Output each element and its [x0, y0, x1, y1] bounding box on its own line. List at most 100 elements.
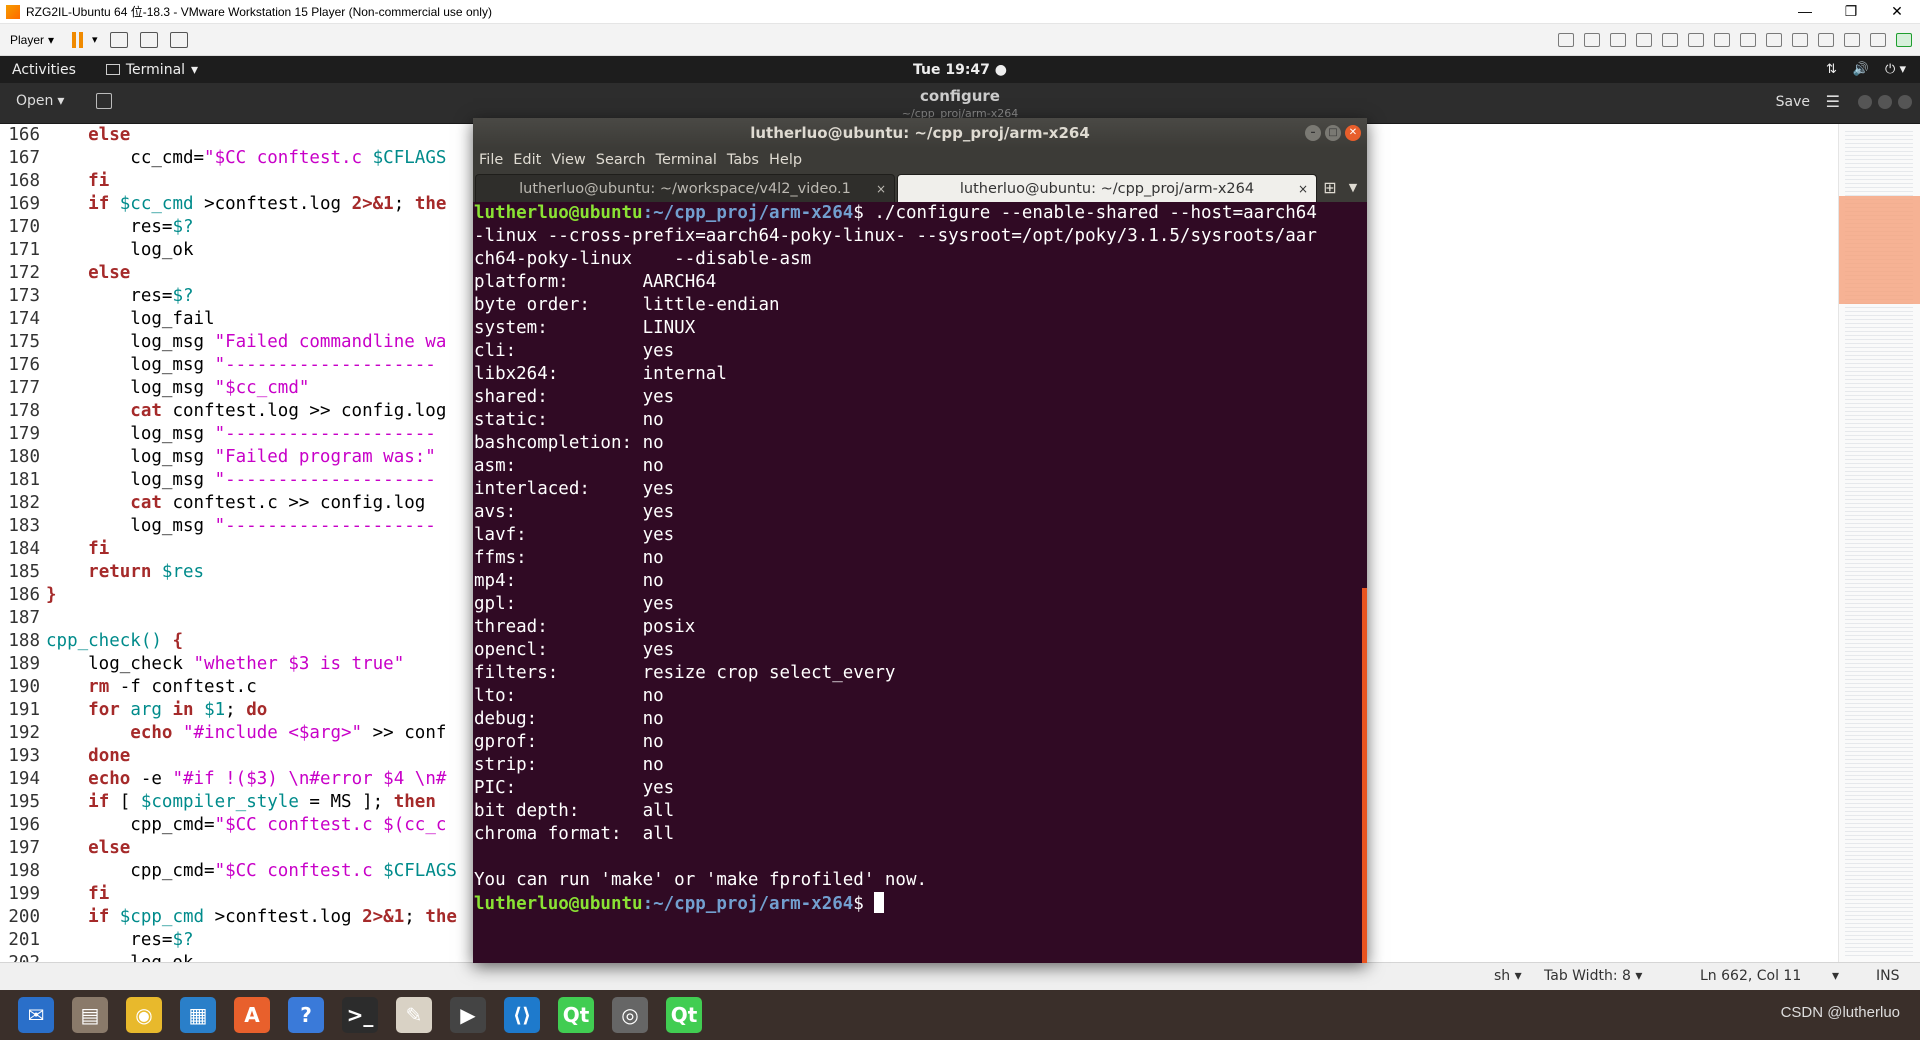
terminal-titlebar[interactable]: lutherluo@ubuntu: ~/cpp_proj/arm-x264 – … — [473, 118, 1367, 148]
code-line[interactable]: 201 res=$? — [0, 929, 480, 952]
close-button[interactable] — [1898, 95, 1912, 109]
floppy-icon[interactable] — [1636, 32, 1652, 47]
code-line[interactable]: 191 for arg in $1; do — [0, 699, 480, 722]
tab-width-selector[interactable]: Tab Width: 8 ▾ — [1544, 968, 1642, 984]
code-view[interactable]: 166 else 167 cc_cmd="$CC conftest.c $CFLA… — [0, 124, 480, 962]
code-line[interactable]: 166 else — [0, 124, 480, 147]
minimize-button[interactable]: — — [1782, 0, 1828, 24]
code-line[interactable]: 197 else — [0, 837, 480, 860]
terminal-tab[interactable]: lutherluo@ubuntu: ~/cpp_proj/arm-x264 × — [897, 174, 1317, 202]
fullscreen-icon[interactable] — [139, 31, 158, 48]
code-line[interactable]: 193 done — [0, 745, 480, 768]
code-line[interactable]: 173 res=$? — [0, 285, 480, 308]
minimize-button[interactable]: – — [1305, 125, 1321, 141]
minimap-viewport[interactable] — [1839, 196, 1920, 304]
code-line[interactable]: 194 echo -e "#if !($3) \n#error $4 \n# — [0, 768, 480, 791]
new-tab-icon[interactable]: ⊞ — [1317, 174, 1343, 202]
code-line[interactable]: 171 log_ok — [0, 239, 480, 262]
rhythmbox-icon[interactable]: ◉ — [126, 997, 162, 1033]
usb-icon[interactable] — [1714, 32, 1730, 47]
video-editor-icon[interactable]: ▶ — [450, 997, 486, 1033]
thunderbird-icon[interactable]: ✉ — [18, 997, 54, 1033]
code-line[interactable]: 172 else — [0, 262, 480, 285]
hamburger-menu-icon[interactable]: ☰ — [1826, 92, 1840, 111]
menu-item-tabs[interactable]: Tabs — [727, 152, 759, 168]
display-icon[interactable] — [1792, 32, 1808, 47]
chevron-down-icon[interactable]: ▾ — [92, 33, 98, 46]
close-button[interactable]: ✕ — [1874, 0, 1920, 24]
code-line[interactable]: 176 log_msg "-------------------- — [0, 354, 480, 377]
code-line[interactable]: 179 log_msg "-------------------- — [0, 423, 480, 446]
code-line[interactable]: 202 log_ok — [0, 952, 480, 962]
player-menu[interactable]: Player ▾ — [10, 33, 54, 47]
language-selector[interactable]: sh ▾ — [1494, 968, 1522, 984]
network-icon[interactable] — [1688, 32, 1704, 47]
save-button[interactable]: Save — [1776, 94, 1810, 110]
code-line[interactable]: 187 — [0, 607, 480, 630]
qt-designer-icon[interactable]: Qt — [558, 997, 594, 1033]
writer-icon[interactable]: ▦ — [180, 997, 216, 1033]
code-line[interactable]: 180 log_msg "Failed program was:" — [0, 446, 480, 469]
code-line[interactable]: 190 rm -f conftest.c — [0, 676, 480, 699]
system-tray[interactable]: ⇅ 🔊 ⏻ ▾ — [1826, 62, 1906, 77]
close-button[interactable]: ✕ — [1345, 125, 1361, 141]
code-line[interactable]: 192 echo "#include <$arg>" >> conf — [0, 722, 480, 745]
code-line[interactable]: 168 fi — [0, 170, 480, 193]
text-editor-icon[interactable]: ✎ — [396, 997, 432, 1033]
code-line[interactable]: 177 log_msg "$cc_cmd" — [0, 377, 480, 400]
code-line[interactable]: 196 cpp_cmd="$CC conftest.c $(cc_c — [0, 814, 480, 837]
bluetooth-icon[interactable] — [1844, 32, 1860, 47]
save-icon[interactable] — [1662, 32, 1678, 47]
hdd-icon[interactable] — [1584, 32, 1600, 47]
sound-icon[interactable] — [1766, 32, 1782, 47]
software-icon[interactable]: A — [234, 997, 270, 1033]
qt-creator-icon[interactable]: Qt — [666, 997, 702, 1033]
vscode-icon[interactable]: ⟨⟩ — [504, 997, 540, 1033]
code-line[interactable]: 183 log_msg "-------------------- — [0, 515, 480, 538]
camera-icon[interactable]: ◎ — [612, 997, 648, 1033]
code-line[interactable]: 175 log_msg "Failed commandline wa — [0, 331, 480, 354]
menu-item-search[interactable]: Search — [596, 152, 646, 168]
help-icon[interactable]: ? — [288, 997, 324, 1033]
clock[interactable]: Tue 19:47 ● — [0, 62, 1920, 78]
code-line[interactable]: 184 fi — [0, 538, 480, 561]
code-line[interactable]: 186} — [0, 584, 480, 607]
maximize-button[interactable]: ❐ — [1828, 0, 1874, 24]
maximize-button[interactable] — [1878, 95, 1892, 109]
cursor-position[interactable]: Ln 662, Col 11 — [1700, 968, 1801, 984]
send-ctrl-alt-del-icon[interactable] — [109, 31, 128, 48]
code-line[interactable]: 178 cat conftest.log >> config.log — [0, 400, 480, 423]
message-log-icon[interactable] — [1896, 32, 1912, 47]
cd-icon[interactable] — [1610, 32, 1626, 47]
code-line[interactable]: 181 log_msg "-------------------- — [0, 469, 480, 492]
printer-icon[interactable] — [1740, 32, 1756, 47]
terminal-scrollbar[interactable] — [1362, 588, 1367, 963]
terminal-tab[interactable]: lutherluo@ubuntu: ~/workspace/v4l2_video… — [475, 174, 895, 202]
minimap[interactable] — [1838, 124, 1920, 962]
files-icon[interactable]: ▤ — [72, 997, 108, 1033]
code-line[interactable]: 169 if $cc_cmd >conftest.log 2>&1; the — [0, 193, 480, 216]
code-line[interactable]: 198 cpp_cmd="$CC conftest.c $CFLAGS — [0, 860, 480, 883]
close-tab-icon[interactable]: × — [876, 175, 886, 203]
camera-icon[interactable] — [1870, 32, 1886, 47]
forward-icon[interactable] — [1558, 32, 1574, 47]
code-line[interactable]: 199 fi — [0, 883, 480, 906]
menu-item-edit[interactable]: Edit — [513, 152, 541, 168]
code-line[interactable]: 174 log_fail — [0, 308, 480, 331]
usb-device-icon[interactable] — [1818, 32, 1834, 47]
code-line[interactable]: 188 cpp_check() { — [0, 630, 480, 653]
code-line[interactable]: 195 if [ $compiler_style = MS ]; then — [0, 791, 480, 814]
pause-icon[interactable] — [72, 31, 86, 48]
code-line[interactable]: 167 cc_cmd="$CC conftest.c $CFLAGS — [0, 147, 480, 170]
minimize-button[interactable] — [1858, 95, 1872, 109]
tab-menu-icon[interactable]: ▼ — [1343, 174, 1363, 202]
close-tab-icon[interactable]: × — [1298, 175, 1308, 203]
code-line[interactable]: 185 return $res — [0, 561, 480, 584]
code-line[interactable]: 200 if $cpp_cmd >conftest.log 2>&1; the — [0, 906, 480, 929]
code-line[interactable]: 182 cat conftest.c >> config.log — [0, 492, 480, 515]
terminal-output[interactable]: lutherluo@ubuntu:~/cpp_proj/arm-x264$ ./… — [473, 202, 1361, 963]
menu-item-help[interactable]: Help — [769, 152, 802, 168]
code-line[interactable]: 170 res=$? — [0, 216, 480, 239]
menu-item-terminal[interactable]: Terminal — [656, 152, 717, 168]
app-menu[interactable]: Terminal ▾ — [105, 62, 198, 78]
